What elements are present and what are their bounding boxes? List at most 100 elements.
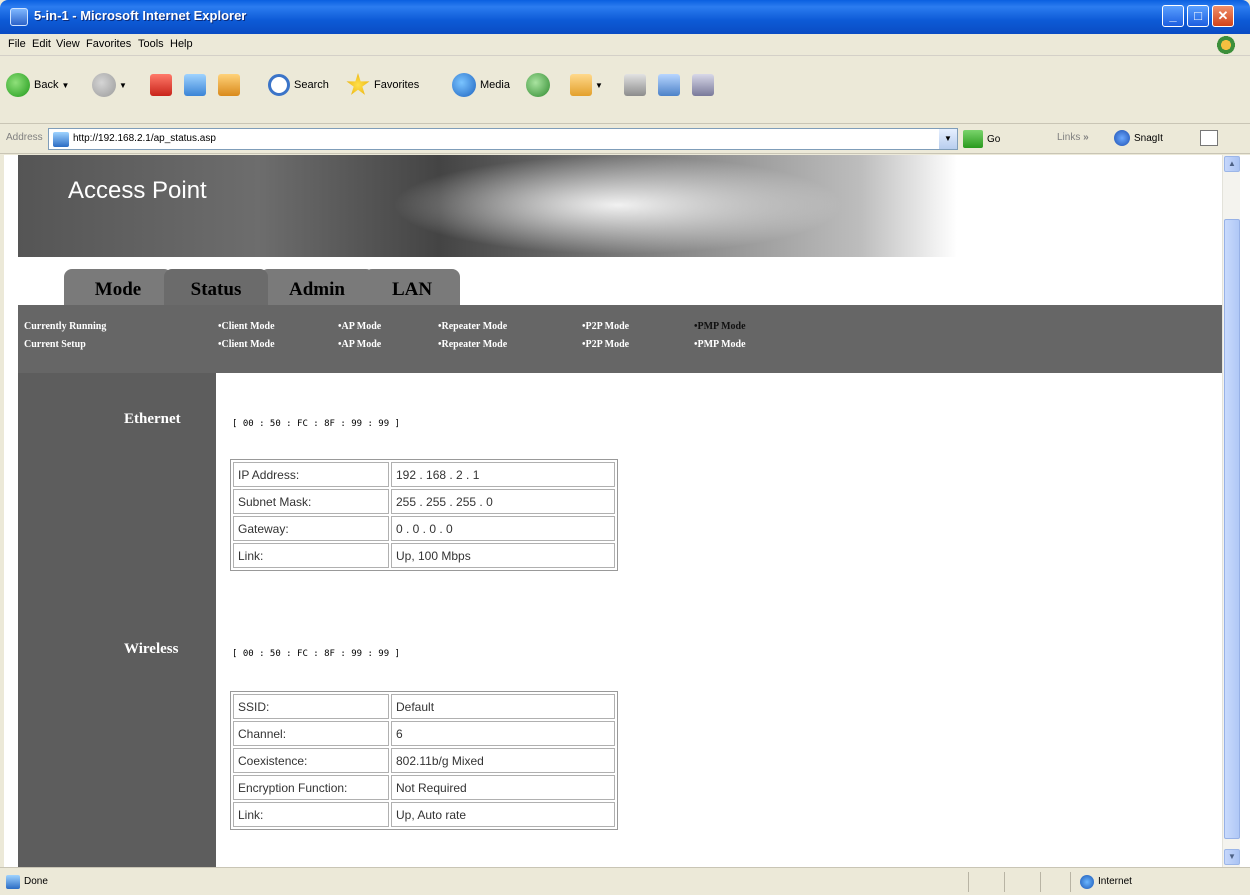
messenger-button[interactable]	[692, 70, 714, 100]
history-icon	[526, 73, 550, 97]
page-viewport: Access Point Mode Admin LAN Status Curre…	[0, 155, 1250, 867]
table-row: Subnet Mask: 255 . 255 . 255 . 0	[233, 489, 615, 514]
setup-repeater-mode: •Repeater Mode	[438, 339, 508, 350]
tab-status[interactable]: Status	[164, 269, 268, 305]
refresh-icon	[184, 74, 206, 96]
mail-icon	[570, 74, 592, 96]
vertical-scrollbar[interactable]: ▲ ▼	[1222, 155, 1240, 867]
status-divider	[968, 872, 969, 892]
coexistence-label: Coexistence:	[233, 748, 389, 773]
menu-view[interactable]: View	[56, 38, 80, 50]
favorites-button[interactable]: Favorites	[346, 70, 419, 100]
internet-zone-icon	[1080, 875, 1094, 889]
edit-icon	[658, 74, 680, 96]
menu-edit[interactable]: Edit	[32, 38, 51, 50]
stop-button[interactable]	[150, 70, 172, 100]
ip-address-label: IP Address:	[233, 462, 389, 487]
page-done-icon	[6, 875, 20, 889]
ethernet-label: Ethernet	[124, 411, 181, 427]
media-button[interactable]: Media	[452, 70, 510, 100]
page-banner: Access Point	[18, 155, 1222, 257]
subnet-mask-label: Subnet Mask:	[233, 489, 389, 514]
wireless-mac-address: [ 00 : 50 : FC : 8F : 99 : 99 ]	[232, 649, 400, 659]
status-divider	[1040, 872, 1041, 892]
section-label-column: Ethernet Wireless	[18, 373, 216, 867]
ssid-label: SSID:	[233, 694, 389, 719]
go-arrow-icon	[963, 130, 983, 148]
menu-tools[interactable]: Tools	[138, 38, 164, 50]
tab-strip: Mode Admin LAN Status	[18, 257, 1222, 305]
print-button[interactable]	[624, 70, 646, 100]
table-row: Link: Up, 100 Mbps	[233, 543, 615, 568]
ethernet-link-label: Link:	[233, 543, 389, 568]
messenger-icon	[692, 74, 714, 96]
tab-admin[interactable]: Admin	[260, 269, 374, 305]
wireless-link-label: Link:	[233, 802, 389, 827]
tab-mode[interactable]: Mode	[64, 269, 172, 305]
status-content: [ 00 : 50 : FC : 8F : 99 : 99 ] IP Addre…	[216, 373, 1222, 867]
channel-label: Channel:	[233, 721, 389, 746]
menu-file[interactable]: File	[8, 38, 26, 50]
home-button[interactable]	[218, 70, 240, 100]
scroll-thumb[interactable]	[1224, 219, 1240, 839]
snagit-button[interactable]: SnagIt	[1114, 130, 1163, 146]
setup-p2p-mode: •P2P Mode	[582, 339, 630, 350]
ethernet-status-table: IP Address: 192 . 168 . 2 . 1 Subnet Mask…	[230, 459, 618, 571]
refresh-button[interactable]	[184, 70, 206, 100]
search-icon	[268, 74, 290, 96]
encryption-label: Encryption Function:	[233, 775, 389, 800]
maximize-button[interactable]: □	[1187, 5, 1209, 27]
address-label: Address	[6, 132, 43, 143]
address-input[interactable]: http://192.168.2.1/ap_status.asp ▼	[48, 128, 958, 150]
links-toolbar[interactable]: Links »	[1057, 132, 1089, 143]
address-dropdown-button[interactable]: ▼	[939, 129, 957, 149]
windows-logo-icon	[1214, 36, 1244, 54]
snagit-capture-icon[interactable]	[1200, 130, 1218, 146]
subnet-mask-value: 255 . 255 . 255 . 0	[391, 489, 615, 514]
minimize-button[interactable]: _	[1162, 5, 1184, 27]
stop-icon	[150, 74, 172, 96]
gateway-label: Gateway:	[233, 516, 389, 541]
back-button[interactable]: Back ▼	[6, 70, 69, 100]
coexistence-value: 802.11b/g Mixed	[391, 748, 615, 773]
mail-button[interactable]: ▼	[570, 70, 603, 100]
wireless-status-table: SSID: Default Channel: 6 Coexistence: 802.1…	[230, 691, 618, 830]
running-p2p-mode: •P2P Mode	[582, 321, 630, 332]
banner-title: Access Point	[68, 177, 207, 204]
history-button[interactable]	[526, 70, 550, 100]
security-zone: Internet	[1098, 876, 1132, 887]
go-button[interactable]: Go	[963, 129, 1000, 149]
table-row: Channel: 6	[233, 721, 615, 746]
back-arrow-icon	[6, 73, 30, 97]
browser-toolbar: Back ▼ ▼ Search Favorites Media ▼	[0, 56, 1250, 124]
table-row: Encryption Function: Not Required	[233, 775, 615, 800]
setup-client-mode: •Client Mode	[218, 339, 275, 350]
table-row: Gateway: 0 . 0 . 0 . 0	[233, 516, 615, 541]
wireless-link-value: Up, Auto rate	[391, 802, 615, 827]
ethernet-mac-address: [ 00 : 50 : FC : 8F : 99 : 99 ]	[232, 419, 400, 429]
forward-button[interactable]: ▼	[92, 70, 127, 100]
gateway-value: 0 . 0 . 0 . 0	[391, 516, 615, 541]
running-ap-mode: •AP Mode	[338, 321, 382, 332]
home-icon	[218, 74, 240, 96]
ssid-value: Default	[391, 694, 615, 719]
setup-ap-mode: •AP Mode	[338, 339, 382, 350]
address-url: http://192.168.2.1/ap_status.asp	[73, 133, 216, 144]
close-button[interactable]: ✕	[1212, 5, 1234, 27]
table-row: Coexistence: 802.11b/g Mixed	[233, 748, 615, 773]
currently-running-label: Currently Running	[24, 321, 107, 332]
window-titlebar[interactable]: 5-in-1 - Microsoft Internet Explorer _ □…	[0, 0, 1250, 34]
menu-favorites[interactable]: Favorites	[86, 38, 131, 50]
menu-help[interactable]: Help	[170, 38, 193, 50]
table-row: IP Address: 192 . 168 . 2 . 1	[233, 462, 615, 487]
edit-button[interactable]	[658, 70, 680, 100]
status-bar: Done Internet	[0, 867, 1250, 895]
ethernet-link-value: Up, 100 Mbps	[391, 543, 615, 568]
search-button[interactable]: Search	[268, 70, 329, 100]
tab-lan[interactable]: LAN	[364, 269, 460, 305]
running-pmp-mode: •PMP Mode	[694, 321, 746, 332]
menu-bar: File Edit View Favorites Tools Help	[0, 34, 1250, 56]
scroll-up-icon[interactable]: ▲	[1224, 156, 1240, 172]
scroll-down-icon[interactable]: ▼	[1224, 849, 1240, 865]
running-client-mode: •Client Mode	[218, 321, 275, 332]
